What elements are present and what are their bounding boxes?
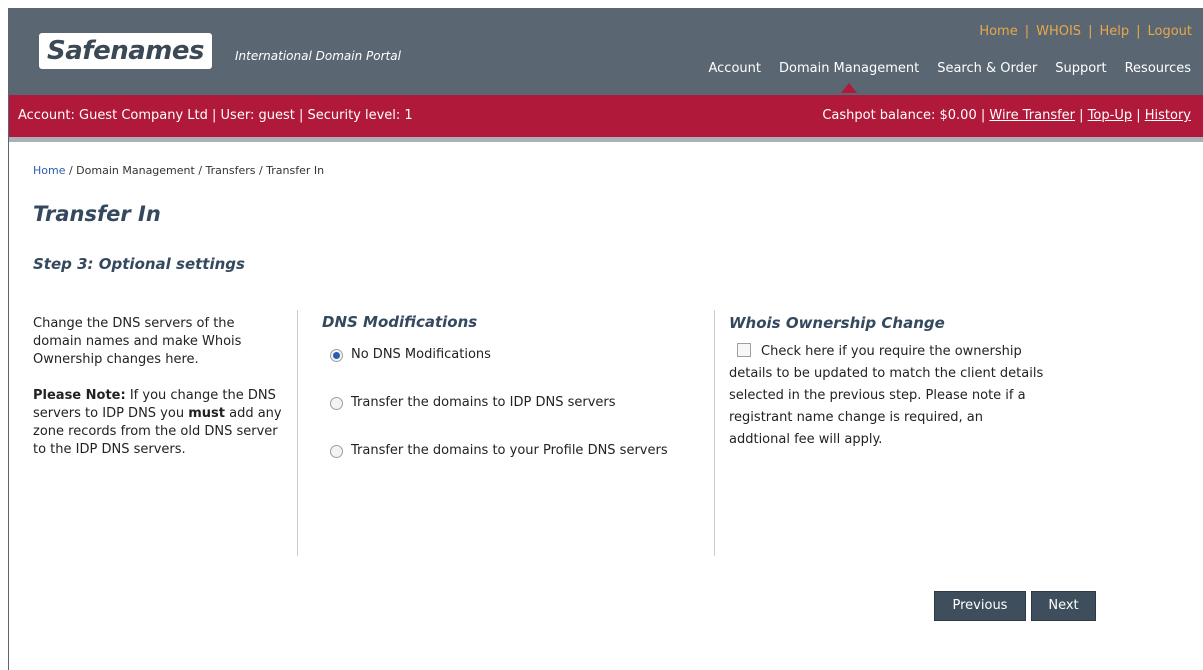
dns-section-title: DNS Modifications: [322, 313, 478, 331]
logo-tagline: International Domain Portal: [235, 49, 401, 63]
step-title: Step 3: Optional settings: [33, 255, 245, 273]
nav-search-order[interactable]: Search & Order: [937, 61, 1037, 76]
dns-option-label: Transfer the domains to your Profile DNS…: [351, 443, 668, 458]
account-name: Account: Guest Company Ltd: [18, 108, 208, 123]
dns-option-label: Transfer the domains to IDP DNS servers: [351, 395, 616, 410]
cashpot-info: Cashpot balance: $0.00 | Wire Transfer |…: [822, 108, 1191, 123]
top-header: Safenames International Domain Portal Ho…: [9, 8, 1203, 95]
wire-transfer-link[interactable]: Wire Transfer: [989, 108, 1075, 123]
whois-section-title: Whois Ownership Change: [729, 314, 945, 332]
radio-no-dns[interactable]: [330, 349, 343, 362]
radio-profile-dns[interactable]: [330, 445, 343, 458]
topup-link[interactable]: Top-Up: [1088, 108, 1132, 123]
dns-option-label: No DNS Modifications: [351, 347, 491, 362]
utility-help-link[interactable]: Help: [1099, 24, 1129, 39]
dns-section: DNS Modifications No DNS Modifications T…: [322, 313, 692, 489]
intro-text: Change the DNS servers of the domain nam…: [33, 316, 242, 367]
history-link[interactable]: History: [1145, 108, 1191, 123]
cashpot-balance: Cashpot balance: $0.00: [822, 108, 977, 123]
intro-column: Change the DNS servers of the domain nam…: [33, 315, 283, 477]
utility-home-link[interactable]: Home: [979, 24, 1017, 39]
column-divider-2: [714, 310, 715, 556]
whois-section: Whois Ownership Change Check here if you…: [729, 313, 1044, 451]
next-button[interactable]: Next: [1031, 591, 1096, 621]
utility-nav: Home | WHOIS | Help | Logout: [979, 24, 1192, 39]
account-info: Account: Guest Company Ltd | User: guest…: [18, 108, 413, 123]
whois-option-text: Check here if you require the ownership …: [729, 344, 1044, 447]
breadcrumb: Home / Domain Management / Transfers / T…: [33, 164, 324, 177]
dns-option-profile[interactable]: Transfer the domains to your Profile DNS…: [322, 441, 692, 461]
dns-option-none[interactable]: No DNS Modifications: [322, 345, 692, 365]
security-level: Security level: 1: [307, 108, 413, 123]
account-bar: Account: Guest Company Ltd | User: guest…: [9, 95, 1203, 137]
utility-whois-link[interactable]: WHOIS: [1036, 24, 1081, 39]
note-label: Please Note:: [33, 388, 126, 403]
breadcrumb-home-link[interactable]: Home: [33, 164, 65, 177]
note-emphasis: must: [188, 406, 225, 421]
nav-support[interactable]: Support: [1055, 61, 1106, 76]
nav-resources[interactable]: Resources: [1125, 61, 1191, 76]
radio-idp-dns[interactable]: [330, 397, 343, 410]
nav-account[interactable]: Account: [708, 61, 761, 76]
utility-logout-link[interactable]: Logout: [1147, 24, 1192, 39]
nav-domain-management[interactable]: Domain Management: [779, 61, 919, 93]
safenames-logo[interactable]: Safenames International Domain Portal: [39, 33, 401, 69]
column-divider-1: [297, 310, 298, 556]
whois-change-checkbox[interactable]: [737, 343, 751, 357]
logo-wordmark: Safenames: [39, 33, 212, 69]
header-divider: [9, 137, 1203, 142]
whois-option: Check here if you require the ownership …: [729, 341, 1044, 451]
app-frame: Safenames International Domain Portal Ho…: [8, 8, 1203, 670]
breadcrumb-path: / Domain Management / Transfers / Transf…: [65, 164, 325, 177]
main-nav: Account Domain Management Search & Order…: [708, 61, 1191, 93]
page-title: Transfer In: [33, 202, 161, 226]
dns-option-idp[interactable]: Transfer the domains to IDP DNS servers: [322, 393, 692, 413]
user-name: User: guest: [220, 108, 295, 123]
note-text: Please Note: If you change the DNS serve…: [33, 388, 282, 457]
previous-button[interactable]: Previous: [934, 591, 1026, 621]
